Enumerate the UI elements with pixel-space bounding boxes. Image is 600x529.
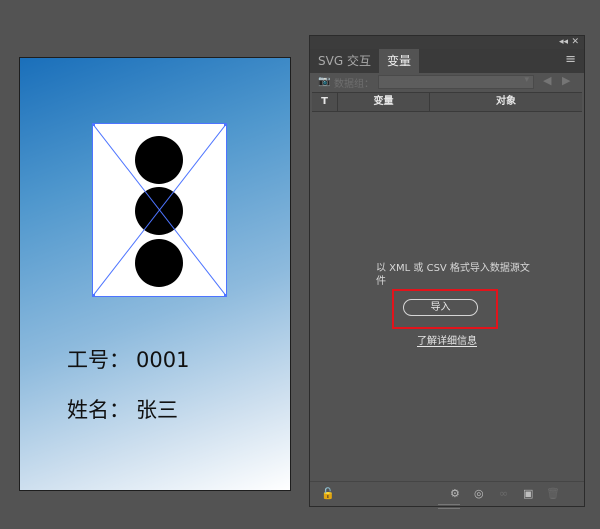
selection-handle[interactable]	[224, 123, 227, 126]
selection-handle[interactable]	[92, 294, 95, 297]
tab-svg-interactivity[interactable]: SVG 交互	[310, 49, 379, 73]
learn-more-link[interactable]: 了解详细信息	[417, 332, 477, 347]
selection-handle[interactable]	[92, 123, 95, 126]
employee-id-text: 工号： 0001	[67, 344, 189, 374]
make-visibility-dynamic-icon[interactable]: ◎	[474, 487, 484, 500]
dataset-row: 📷 数据组： ▾ ◀ ▶	[310, 73, 584, 92]
dataset-select[interactable]: ▾	[378, 75, 534, 89]
column-header-variable[interactable]: 变量	[338, 93, 430, 111]
employee-id-label: 工号：	[67, 348, 130, 372]
column-header-object[interactable]: 对象	[430, 93, 582, 111]
variables-panel: ◂◂ ✕ SVG 交互 变量 ≡ 📷 数据组： ▾ ◀ ▶ T 变量 对象 以 …	[309, 35, 585, 509]
empty-state-message: 以 XML 或 CSV 格式导入数据源文件	[376, 263, 530, 287]
unbind-variable-icon: ∞	[499, 487, 509, 500]
variables-table-header: T 变量 对象	[312, 92, 582, 112]
trash-icon: 🗑	[546, 487, 560, 500]
dataset-label: 数据组：	[334, 79, 374, 90]
name-text: 姓名： 张三	[67, 394, 178, 424]
next-dataset-icon[interactable]: ▶	[562, 74, 570, 87]
dot-bottom	[135, 239, 183, 287]
name-value: 张三	[136, 398, 178, 422]
dot-top	[135, 136, 183, 184]
previous-dataset-icon[interactable]: ◀	[543, 74, 551, 87]
selection-handle[interactable]	[224, 294, 227, 297]
chevron-down-icon: ▾	[524, 75, 529, 85]
employee-id-value: 0001	[136, 348, 190, 372]
image-placeholder[interactable]	[92, 123, 227, 297]
artboard: 工号： 0001 姓名： 张三	[19, 57, 291, 491]
panel-tabs: SVG 交互 变量 ≡	[310, 49, 584, 73]
resize-grip[interactable]	[438, 504, 460, 509]
camera-icon[interactable]: 📷	[318, 76, 330, 87]
name-label: 姓名：	[67, 398, 130, 422]
capture-dataset-icon[interactable]: ⚙	[450, 487, 460, 500]
selected-image-graphic	[92, 123, 227, 297]
tab-variables[interactable]: 变量	[378, 49, 419, 73]
double-chevron-icon[interactable]: ◂◂	[559, 36, 568, 49]
close-icon[interactable]: ✕	[571, 36, 579, 49]
new-variable-icon[interactable]: ▣	[523, 487, 533, 500]
panel-footer: 🔓 ⚙ ◎ ∞ ▣ 🗑	[310, 481, 584, 509]
column-header-type[interactable]: T	[312, 93, 338, 111]
import-button[interactable]: 导入	[403, 299, 478, 316]
panel-title-bar[interactable]: ◂◂ ✕	[310, 36, 584, 49]
lock-icon[interactable]: 🔓	[321, 487, 335, 500]
hamburger-menu-icon[interactable]: ≡	[565, 52, 576, 67]
